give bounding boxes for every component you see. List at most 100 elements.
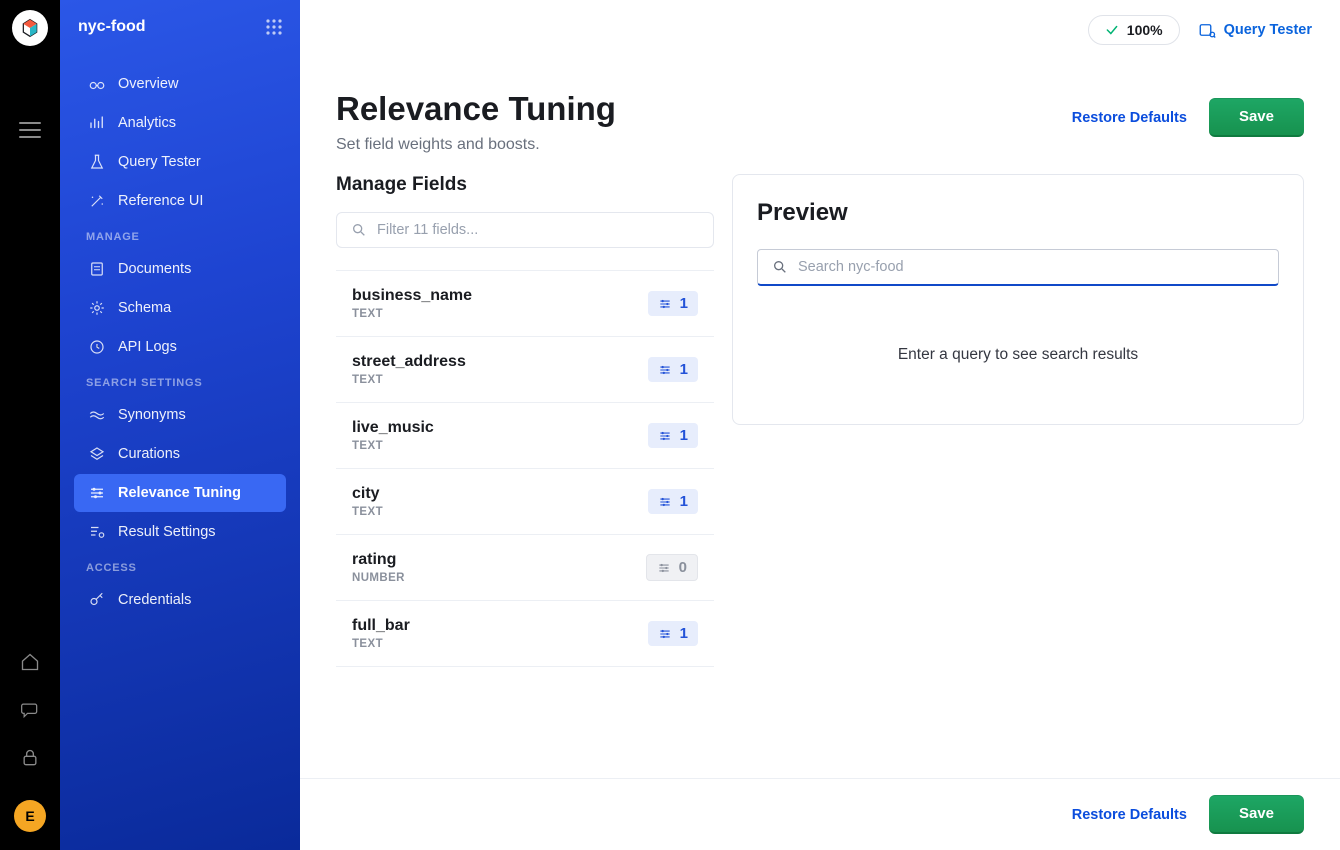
sidebar-item-schema[interactable]: Schema: [74, 289, 286, 327]
weight-badge[interactable]: 1: [648, 291, 698, 316]
field-row[interactable]: city TEXT 1: [336, 468, 714, 534]
user-avatar[interactable]: E: [14, 800, 46, 832]
nav-group-access: ACCESS Credentials: [60, 552, 300, 620]
field-type: TEXT: [352, 506, 383, 518]
weight-value: 1: [680, 427, 688, 444]
home-icon[interactable]: [14, 646, 46, 678]
progress-pill[interactable]: 100%: [1088, 15, 1180, 45]
preview-search-box[interactable]: [757, 249, 1279, 286]
binoculars-icon: [88, 75, 106, 93]
manage-fields-panel: Manage Fields business_nameTEXT1street_a…: [336, 174, 714, 768]
sidebar-item-relevance-tuning[interactable]: Relevance Tuning: [74, 474, 286, 512]
filter-fields-input[interactable]: [377, 222, 699, 238]
field-type: TEXT: [352, 638, 410, 650]
hamburger-icon[interactable]: [14, 114, 46, 146]
topbar: 100% Query Tester: [300, 0, 1340, 60]
manage-fields-heading: Manage Fields: [336, 174, 714, 196]
nav-label: Credentials: [118, 592, 191, 608]
field-row[interactable]: live_music TEXT 1: [336, 402, 714, 468]
sidebar-item-curations[interactable]: Curations: [74, 435, 286, 473]
query-tester-icon: [1198, 21, 1216, 39]
field-name: city: [352, 485, 383, 503]
preview-panel: Preview Enter a query to see search resu…: [732, 174, 1304, 425]
preview-search-input[interactable]: [798, 259, 1264, 275]
weight-value: 0: [679, 559, 687, 576]
sidebar-item-query-tester[interactable]: Query Tester: [74, 143, 286, 181]
sidebar-item-reference-ui[interactable]: Reference UI: [74, 182, 286, 220]
nav-label: Overview: [118, 76, 178, 92]
sliders-icon: [658, 495, 672, 509]
apps-grid-icon[interactable]: [266, 19, 282, 35]
field-name: live_music: [352, 419, 434, 437]
sidebar-item-analytics[interactable]: Analytics: [74, 104, 286, 142]
clock-icon: [88, 338, 106, 356]
page-header: Relevance Tuning Set field weights and b…: [300, 60, 1340, 164]
app-logo[interactable]: [12, 10, 48, 46]
layers-icon: [88, 445, 106, 463]
field-row[interactable]: rating NUMBER 0: [336, 534, 714, 600]
nav-label: Analytics: [118, 115, 176, 131]
weight-badge[interactable]: 1: [648, 621, 698, 646]
cube-logo-icon: [20, 18, 40, 38]
chart-icon: [88, 114, 106, 132]
restore-defaults-link-footer[interactable]: Restore Defaults: [1072, 807, 1187, 823]
search-icon: [351, 222, 367, 238]
search-icon: [772, 259, 788, 275]
lock-icon[interactable]: [14, 742, 46, 774]
progress-value: 100%: [1127, 22, 1163, 38]
query-tester-link[interactable]: Query Tester: [1198, 21, 1312, 39]
save-button[interactable]: Save: [1209, 98, 1304, 137]
page-subtitle: Set field weights and boosts.: [336, 136, 616, 154]
weight-value: 1: [680, 295, 688, 312]
nav-label: Schema: [118, 300, 171, 316]
weight-badge[interactable]: 1: [648, 423, 698, 448]
nav-label: Documents: [118, 261, 191, 277]
field-list: business_nameTEXT1street_addressTEXT1liv…: [336, 270, 714, 667]
weight-badge[interactable]: 1: [648, 489, 698, 514]
chat-icon[interactable]: [14, 694, 46, 726]
nav-label: Reference UI: [118, 193, 203, 209]
key-icon: [88, 591, 106, 609]
save-button-footer[interactable]: Save: [1209, 795, 1304, 834]
field-type: NUMBER: [352, 572, 405, 584]
weight-badge[interactable]: 1: [648, 357, 698, 382]
documents-icon: [88, 260, 106, 278]
check-icon: [1105, 23, 1119, 37]
nav-group-main: Overview Analytics Query Tester Referenc…: [60, 64, 300, 221]
sidebar: nyc-food Overview Analytics Query Tester…: [60, 0, 300, 850]
field-row[interactable]: full_bar TEXT 1: [336, 600, 714, 666]
sidebar-item-overview[interactable]: Overview: [74, 65, 286, 103]
nav-label: API Logs: [118, 339, 177, 355]
nav-label: Result Settings: [118, 524, 216, 540]
sidebar-item-credentials[interactable]: Credentials: [74, 581, 286, 619]
weight-badge[interactable]: 0: [646, 554, 698, 581]
app-rail: E: [0, 0, 60, 850]
main-content: 100% Query Tester Relevance Tuning Set f…: [300, 0, 1340, 850]
field-name: street_address: [352, 353, 466, 371]
field-row[interactable]: business_name TEXT 1: [336, 270, 714, 336]
field-type: TEXT: [352, 440, 434, 452]
waves-icon: [88, 406, 106, 424]
sidebar-item-api-logs[interactable]: API Logs: [74, 328, 286, 366]
nav-group-label: ACCESS: [68, 552, 292, 580]
engine-name: nyc-food: [78, 18, 146, 36]
nav-label: Curations: [118, 446, 180, 462]
sidebar-item-result-settings[interactable]: Result Settings: [74, 513, 286, 551]
sidebar-item-synonyms[interactable]: Synonyms: [74, 396, 286, 434]
gear-icon: [88, 299, 106, 317]
field-type: TEXT: [352, 308, 472, 320]
sidebar-item-documents[interactable]: Documents: [74, 250, 286, 288]
field-name: business_name: [352, 287, 472, 305]
list-gear-icon: [88, 523, 106, 541]
page-title: Relevance Tuning: [336, 90, 616, 128]
nav-group-label: SEARCH SETTINGS: [68, 367, 292, 395]
field-name: rating: [352, 551, 405, 569]
nav-group-search-settings: SEARCH SETTINGS Synonyms Curations Relev…: [60, 367, 300, 552]
filter-fields-box[interactable]: [336, 212, 714, 248]
field-row[interactable]: street_addressTEXT1: [336, 336, 714, 402]
restore-defaults-link[interactable]: Restore Defaults: [1072, 110, 1187, 126]
wand-icon: [88, 192, 106, 210]
field-name: full_bar: [352, 617, 410, 635]
flask-icon: [88, 153, 106, 171]
preview-empty-text: Enter a query to see search results: [757, 346, 1279, 364]
